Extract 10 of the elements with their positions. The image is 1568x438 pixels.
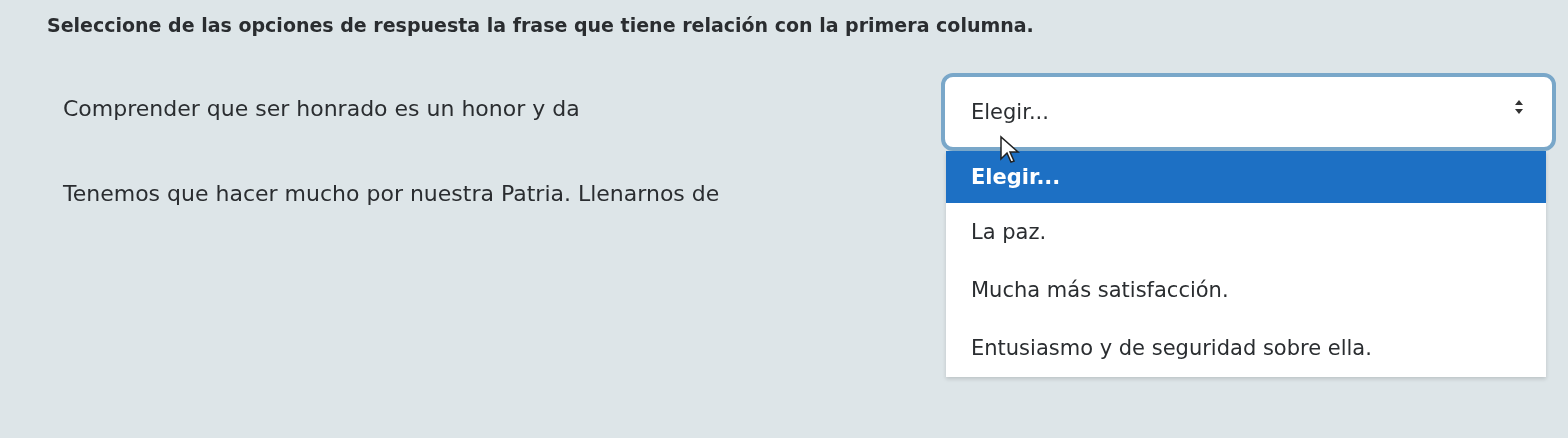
dropdown-option[interactable]: La paz. (946, 203, 1546, 261)
question-text: Tenemos que hacer mucho por nuestra Patria. Llenarnos de (63, 180, 721, 208)
dropdown-option[interactable]: Entusiasmo y de seguridad sobre ella. (946, 319, 1546, 377)
mouse-cursor-icon (999, 135, 1021, 165)
instruction-text: Seleccione de las opciones de respuesta la frase que tiene relación con la primera columna. (47, 14, 1035, 36)
question-text: Comprender que ser honrado es un honor y da (63, 95, 581, 123)
dropdown-option[interactable]: Elegir... (946, 151, 1546, 203)
sort-arrows-icon (1514, 99, 1524, 115)
answer-select[interactable]: Elegir... (941, 73, 1556, 151)
dropdown-option[interactable]: Mucha más satisfacción. (946, 261, 1546, 319)
